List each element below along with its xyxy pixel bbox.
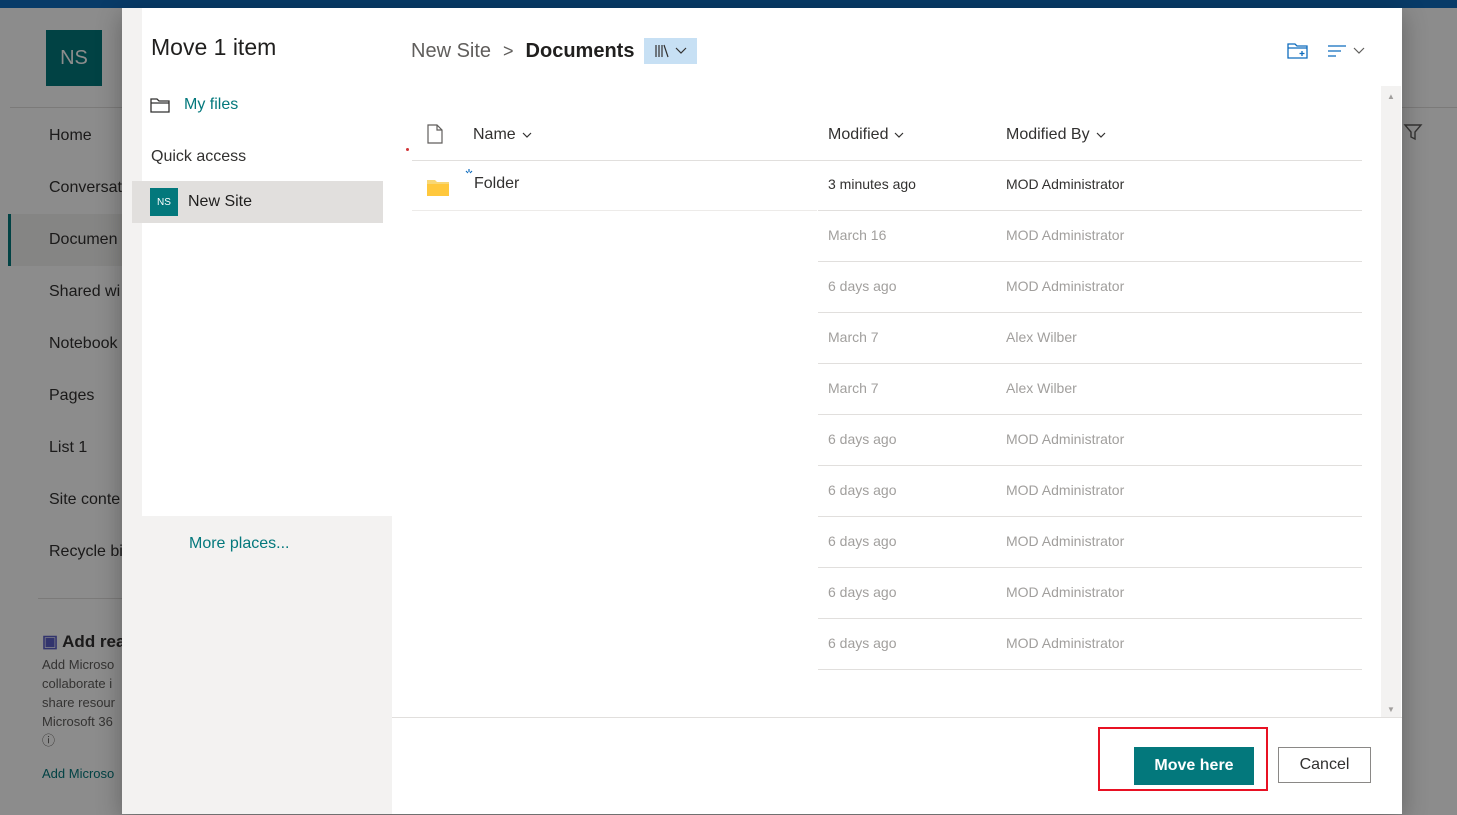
modified-date: 6 days ago — [828, 278, 897, 294]
modified-by: MOD Administrator — [1006, 278, 1125, 294]
dialog-title: Move 1 item — [151, 34, 277, 60]
chevron-down-icon — [1096, 132, 1106, 138]
my-files-label: My files — [184, 96, 239, 113]
breadcrumb-separator: > — [503, 40, 514, 61]
location-pane: Move 1 item My files Quick access NS New… — [122, 8, 392, 814]
modified-date: March 16 — [828, 227, 887, 243]
table-row: 6 days ago MOD Administrator — [412, 517, 1362, 568]
modified-by: MOD Administrator — [1006, 431, 1125, 447]
new-folder-icon[interactable] — [1287, 42, 1309, 60]
quick-access-item-new-site[interactable]: NS New Site — [132, 181, 383, 223]
table-row: 6 days ago MOD Administrator — [412, 262, 1362, 313]
column-header-modified-by[interactable]: Modified By — [1006, 126, 1106, 144]
breadcrumb-current: Documents — [525, 39, 635, 62]
move-here-button[interactable]: Move here — [1134, 747, 1254, 785]
sort-lines-icon — [1328, 45, 1346, 57]
modified-by: MOD Administrator — [1006, 227, 1125, 243]
library-switcher-button[interactable] — [644, 38, 698, 64]
file-name[interactable]: Folder — [474, 175, 519, 193]
table-row: 6 days ago MOD Administrator — [412, 466, 1362, 517]
folder-icon — [427, 180, 449, 196]
breadcrumb: New Site > Documents — [411, 38, 698, 64]
folder-outline-icon — [150, 98, 170, 113]
new-item-sparkle-icon — [465, 169, 473, 174]
scroll-down-icon[interactable]: ▼ — [1387, 705, 1395, 714]
chevron-down-icon — [1353, 47, 1365, 54]
chevron-down-icon — [522, 132, 532, 138]
table-row: March 7 Alex Wilber — [412, 313, 1362, 364]
modified-date: March 7 — [828, 329, 879, 345]
table-row: March 16 MOD Administrator — [412, 211, 1362, 262]
site-name: New Site — [188, 193, 253, 210]
column-header-name[interactable]: Name — [473, 126, 532, 144]
modified-by: MOD Administrator — [1006, 635, 1125, 651]
modified-date: 6 days ago — [828, 482, 897, 498]
modified-by: Alex Wilber — [1006, 329, 1077, 345]
quick-access-heading: Quick access — [151, 148, 247, 165]
dialog-toolbar — [1287, 42, 1365, 60]
modified-date: 6 days ago — [828, 635, 897, 651]
modified-by: MOD Administrator — [1006, 176, 1125, 192]
modified-by: MOD Administrator — [1006, 482, 1125, 498]
column-header-modified[interactable]: Modified — [828, 126, 904, 144]
modified-date: 6 days ago — [828, 584, 897, 600]
modified-date: March 7 — [828, 380, 879, 396]
table-row: March 7 Alex Wilber — [412, 364, 1362, 415]
chevron-down-icon — [675, 47, 687, 54]
table-row[interactable]: Folder 3 minutes ago MOD Administrator — [412, 160, 1362, 211]
modified-by: Alex Wilber — [1006, 380, 1077, 396]
modified-by: MOD Administrator — [1006, 533, 1125, 549]
table-row: 6 days ago MOD Administrator — [412, 568, 1362, 619]
table-row: 6 days ago MOD Administrator — [412, 415, 1362, 466]
my-files-link[interactable]: My files — [150, 96, 238, 114]
site-badge: NS — [150, 188, 178, 216]
location-pane-panel — [142, 8, 392, 516]
list-scrollbar[interactable]: ▲ ▼ — [1381, 86, 1401, 718]
view-options-button[interactable] — [1327, 44, 1365, 58]
file-type-icon — [427, 124, 443, 144]
more-places-link[interactable]: More places... — [189, 535, 289, 553]
loading-indicator — [406, 148, 409, 151]
cancel-button[interactable]: Cancel — [1278, 747, 1371, 783]
table-row: 6 days ago MOD Administrator — [412, 619, 1362, 670]
footer-divider — [392, 717, 1402, 718]
modified-date: 6 days ago — [828, 431, 897, 447]
library-icon — [655, 44, 669, 58]
chevron-down-icon — [895, 132, 904, 138]
modified-date: 3 minutes ago — [828, 176, 916, 192]
breadcrumb-root[interactable]: New Site — [411, 40, 491, 63]
file-list-header: Name Modified Modified By — [412, 108, 1362, 161]
row-divider — [818, 669, 1362, 670]
scroll-up-icon[interactable]: ▲ — [1387, 92, 1395, 101]
move-dialog: Move 1 item My files Quick access NS New… — [122, 8, 1402, 814]
modified-date: 6 days ago — [828, 533, 897, 549]
modified-by: MOD Administrator — [1006, 584, 1125, 600]
